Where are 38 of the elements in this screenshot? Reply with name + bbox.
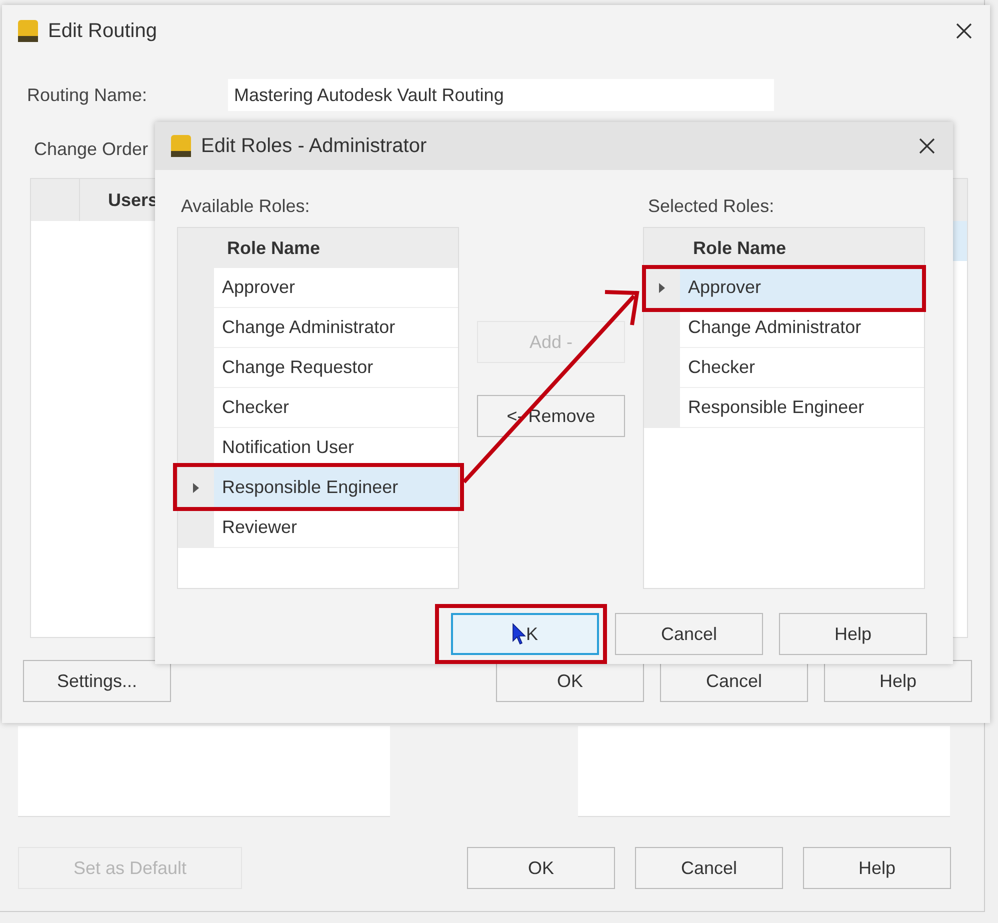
dialog-button[interactable]: Settings... <box>23 660 171 702</box>
column-header: Role Name <box>227 238 320 258</box>
dialog-button[interactable]: Cancel <box>615 613 763 655</box>
table-cell[interactable]: Approver <box>214 268 458 308</box>
table-cell[interactable]: Change Administrator <box>214 308 458 348</box>
table-cell[interactable]: Approver <box>680 268 924 308</box>
dialog-button[interactable]: Help <box>779 613 927 655</box>
table-cell[interactable]: Responsible Engineer <box>680 388 924 428</box>
list-label: Selected Roles: <box>648 196 776 217</box>
dialog-button[interactable]: Cancel <box>635 847 783 889</box>
input-field[interactable]: Mastering Autodesk Vault Routing <box>228 79 774 111</box>
row-header[interactable] <box>178 468 214 508</box>
dialog-button[interactable]: K <box>451 613 599 655</box>
dialog-button[interactable]: Help <box>803 847 951 889</box>
app-icon <box>171 135 191 157</box>
column-header: Role Name <box>693 238 786 258</box>
window-title: Edit Roles - Administrator <box>201 134 428 158</box>
dialog-button[interactable]: OK <box>467 847 615 889</box>
table-cell[interactable]: Checker <box>214 388 458 428</box>
close-icon[interactable] <box>956 23 972 39</box>
field-label: Change Order <box>34 139 148 160</box>
table-cell[interactable]: Reviewer <box>214 508 458 548</box>
window-title: Edit Routing <box>48 20 158 42</box>
row-header[interactable] <box>178 508 214 548</box>
table-cell[interactable]: Checker <box>680 348 924 388</box>
list-label: Available Roles: <box>181 196 311 217</box>
table-cell[interactable]: Change Administrator <box>680 308 924 348</box>
row-header[interactable] <box>178 428 214 468</box>
field-label: Routing Name: <box>27 84 148 106</box>
row-indicator-icon <box>193 483 199 493</box>
row-indicator-icon <box>659 283 665 293</box>
dialog-button[interactable]: Help <box>824 660 972 702</box>
table-cell[interactable]: Responsible Engineer <box>214 468 458 508</box>
row-header[interactable] <box>644 268 680 308</box>
cursor-icon <box>512 623 526 645</box>
table-cell[interactable]: Change Requestor <box>214 348 458 388</box>
close-icon[interactable] <box>919 138 935 154</box>
app-icon <box>18 20 38 42</box>
